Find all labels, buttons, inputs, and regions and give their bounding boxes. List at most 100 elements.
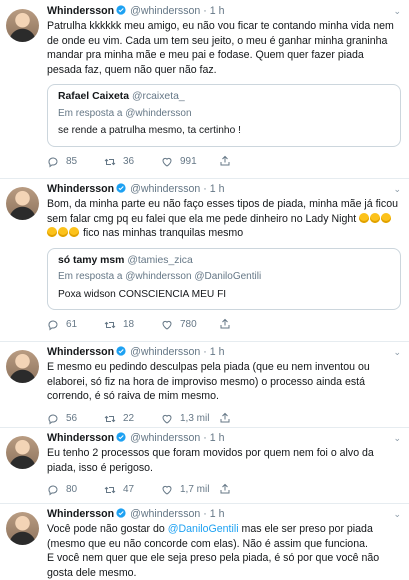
avatar[interactable] [6,350,39,383]
quoted-text: Poxa widson CONSCIENCIA MEU FI [58,288,227,300]
retweet-count: 18 [123,319,135,330]
retweet-button[interactable]: 36 [104,155,134,170]
quoted-author-handle: @rcaixeta_ [131,91,185,102]
verified-icon [116,5,126,15]
quoted-author-name: só tamy msm [58,254,125,266]
heart-icon [162,321,172,330]
verified-icon [116,508,126,518]
retweet-count: 36 [123,155,135,167]
reply-button[interactable]: 56 [47,412,77,427]
chevron-down-icon[interactable]: ⌄ [393,4,401,19]
like-count: 991 [180,155,197,167]
reply-to-handle: @whindersson [125,107,192,119]
share-button[interactable] [219,412,238,424]
tweet-actions: 80 47 1,7 mil [47,483,401,499]
like-button[interactable]: 1,3 mil [161,412,209,427]
retweet-button[interactable]: 18 [104,318,134,333]
like-button[interactable]: 991 [161,155,197,170]
timestamp[interactable]: 1 h [210,346,225,358]
quoted-header: Rafael Caixeta @rcaixeta_ [58,90,392,105]
share-icon [220,318,230,329]
reply-button[interactable]: 61 [47,318,77,333]
like-button[interactable]: 1,7 mil [161,483,209,498]
tweet[interactable]: Whindersson @whindersson · 1 h ⌄ E mesmo… [0,341,409,428]
chevron-down-icon[interactable]: ⌄ [393,182,401,197]
share-button[interactable] [219,318,238,330]
avatar[interactable] [6,512,39,545]
laughing-crying-emoji [370,212,381,223]
timestamp[interactable]: 1 h [210,508,225,520]
reply-context: Em resposta a @whindersson @DaniloGentil… [58,270,392,285]
tweet[interactable]: Whindersson @whindersson · 1 h ⌄ Eu tenh… [0,427,409,504]
reply-prefix: Em resposta a [58,107,126,119]
laughing-crying-emoji [47,227,57,237]
avatar[interactable] [6,9,39,42]
quoted-author-name: Rafael Caixeta [58,91,130,102]
author-name[interactable]: Whindersson [47,5,114,17]
reply-button[interactable]: 80 [47,483,77,498]
author-handle[interactable]: @whindersson [130,508,200,520]
reply-icon [48,485,58,496]
quoted-text: se rende a patrulha mesmo, ta certinho ! [58,125,241,136]
laughing-crying-emoji [359,212,370,223]
reply-to-handle: @whindersson @DaniloGentili [125,271,262,282]
timeline: Whindersson @whindersson · 1 h ⌄ Patrulh… [0,0,409,579]
retweet-button[interactable]: 22 [104,412,134,427]
like-count: 1,3 mil [180,412,210,424]
tweet[interactable]: Whindersson @whindersson · 1 h ⌄ Bom, da… [0,178,409,342]
tweet[interactable]: Whindersson @whindersson · 1 h ⌄ Patrulh… [0,0,409,179]
heart-icon [162,157,172,167]
reply-prefix: Em resposta a [58,271,126,282]
laughing-crying-emoji [381,212,392,223]
like-count: 780 [180,319,197,330]
reply-icon [48,320,58,331]
chevron-down-icon[interactable]: ⌄ [393,431,401,446]
quoted-tweet[interactable]: só tamy msm @tamies_zica Em resposta a @… [47,247,401,310]
timestamp[interactable]: 1 h [210,432,225,444]
tweet[interactable]: Whindersson @whindersson · 1 h ⌄ Você po… [0,503,409,579]
author-handle[interactable]: @whindersson [130,346,200,358]
retweet-button[interactable]: 47 [104,483,134,498]
quoted-tweet[interactable]: Rafael Caixeta @rcaixeta_ Em resposta a … [47,84,401,147]
retweet-icon [104,487,116,494]
share-icon [220,412,230,422]
separator-dot: · [203,5,207,17]
tweet-text-start: Você pode não gostar do [47,523,168,535]
retweet-count: 47 [123,484,135,495]
timestamp[interactable]: 1 h [210,5,225,17]
tweet-header: Whindersson @whindersson · 1 h ⌄ [47,345,401,359]
tweet-text-main: Bom, da minha parte eu não faço esses ti… [47,198,398,225]
author-handle[interactable]: @whindersson [130,432,200,444]
author-handle[interactable]: @whindersson [130,5,200,17]
reply-context: Em resposta a @whindersson [58,107,392,122]
quoted-author-handle: @tamies_zica [127,254,193,266]
author-name[interactable]: Whindersson [47,432,114,444]
chevron-down-icon[interactable]: ⌄ [393,345,401,360]
share-button[interactable] [219,483,238,495]
retweet-icon [104,322,116,329]
reply-button[interactable]: 85 [47,155,77,170]
reply-icon [48,414,58,425]
tweet-actions: 85 36 991 [47,155,401,171]
chevron-down-icon[interactable]: ⌄ [393,507,401,522]
laughing-crying-emoji [69,227,79,237]
author-name[interactable]: Whindersson [47,508,114,520]
mention-link[interactable]: @DaniloGentili [168,523,239,535]
author-name[interactable]: Whindersson [47,346,114,358]
like-button[interactable]: 780 [161,318,197,333]
share-icon [220,483,230,494]
tweet-text: Você pode não gostar do @DaniloGentili m… [47,522,401,580]
tweet-text: Bom, da minha parte eu não faço esses ti… [47,197,401,241]
timestamp[interactable]: 1 h [210,183,225,195]
separator-dot: · [203,183,207,195]
share-button[interactable] [219,155,238,167]
share-icon [220,155,230,165]
avatar[interactable] [6,436,39,469]
author-handle[interactable]: @whindersson [130,183,200,195]
tweet-body: Whindersson @whindersson · 1 h ⌄ Eu tenh… [47,431,401,499]
avatar[interactable] [6,187,39,220]
author-name[interactable]: Whindersson [47,183,114,195]
tweet-text: Patrulha kkkkkk meu amigo, eu não vou fi… [47,20,394,76]
tweet-body: Whindersson @whindersson · 1 h ⌄ Você po… [47,507,401,580]
tweet-actions: 56 22 1,3 mil [47,412,401,428]
